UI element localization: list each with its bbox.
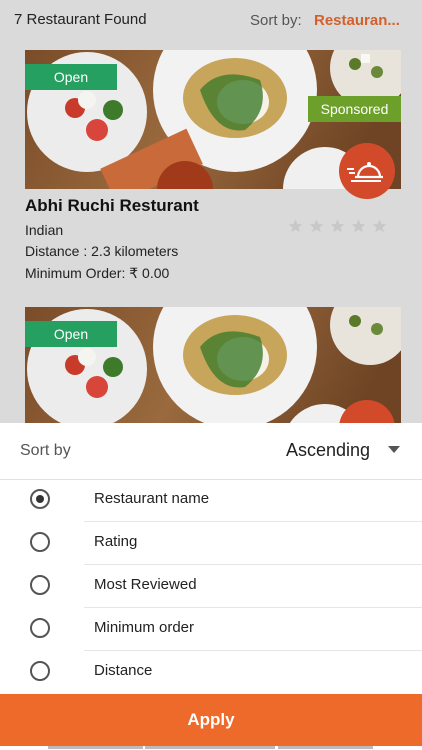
- sort-option-minimum-order[interactable]: Minimum order: [0, 608, 422, 651]
- sort-sheet-label: Sort by: [20, 442, 71, 459]
- restaurant-distance: Distance : 2.3 kilometers: [25, 243, 179, 259]
- open-badge: Open: [25, 64, 117, 90]
- sort-order-dropdown[interactable]: Ascending: [286, 440, 370, 461]
- sort-option-label: Distance: [94, 662, 153, 679]
- star-icon: [309, 219, 324, 233]
- sort-option-distance[interactable]: Distance: [0, 651, 422, 694]
- star-icon: [351, 219, 366, 233]
- sort-option-most-reviewed[interactable]: Most Reviewed: [0, 565, 422, 608]
- restaurant-cuisine: Indian: [25, 222, 64, 238]
- delivery-cloche-icon: [339, 143, 395, 199]
- caret-down-icon[interactable]: [388, 446, 400, 453]
- radio-button[interactable]: [30, 575, 50, 595]
- sort-by-value[interactable]: Restauran...: [314, 12, 400, 29]
- restaurant-name[interactable]: Abhi Ruchi Resturant: [25, 196, 199, 216]
- star-icon: [288, 219, 303, 233]
- sort-by-label: Sort by:: [250, 12, 302, 29]
- star-icon: [330, 219, 345, 233]
- radio-button[interactable]: [30, 532, 50, 552]
- sort-sheet-header: Sort by Ascending: [0, 423, 422, 480]
- list-header: 7 Restaurant Found Sort by: Restauran...: [0, 0, 422, 42]
- sort-option-label: Restaurant name: [94, 490, 210, 507]
- bottom-nav-strip: [0, 746, 422, 750]
- results-count: 7 Restaurant Found: [14, 11, 147, 28]
- radio-button[interactable]: [30, 661, 50, 681]
- star-icon: [372, 219, 387, 233]
- rating-stars: [287, 218, 392, 234]
- radio-button-selected[interactable]: [30, 489, 50, 509]
- sort-option-label: Rating: [94, 533, 138, 550]
- sort-option-label: Most Reviewed: [94, 576, 197, 593]
- sort-option-label: Minimum order: [94, 619, 195, 636]
- open-badge: Open: [25, 321, 117, 347]
- sort-option-rating[interactable]: Rating: [0, 522, 422, 565]
- restaurant-minimum-order: Minimum Order: ₹ 0.00: [25, 265, 170, 281]
- apply-button[interactable]: Apply: [0, 694, 422, 746]
- sort-option-restaurant-name[interactable]: Restaurant name: [0, 479, 422, 522]
- sponsored-badge: Sponsored: [308, 96, 401, 122]
- restaurant-list-background: 7 Restaurant Found Sort by: Restauran...: [0, 0, 422, 430]
- radio-button[interactable]: [30, 618, 50, 638]
